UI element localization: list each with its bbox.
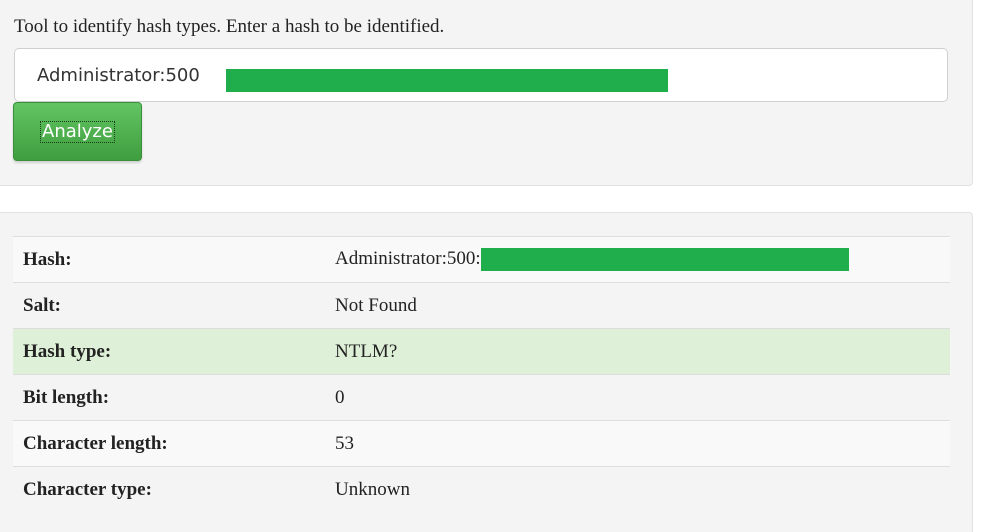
intro-text: Tool to identify hash types. Enter a has… [14,16,445,37]
analyze-button[interactable]: Analyze [13,102,142,161]
hash-value-cell: Administrator:500: [325,236,950,283]
results-table: Hash: Administrator:500: Salt: Not Found… [13,236,950,513]
character-length-value: 53 [325,420,950,467]
hash-value: Administrator:500: [335,247,481,269]
bit-length-label: Bit length: [13,374,325,421]
character-type-label: Character type: [13,466,325,513]
table-row-salt: Salt: Not Found [13,282,950,329]
salt-value: Not Found [325,282,950,329]
redaction-bar [480,248,849,272]
redaction-bar [226,69,668,92]
table-row-bit-length: Bit length: 0 [13,374,950,421]
hash-type-value: NTLM? [325,328,950,375]
salt-label: Salt: [13,282,325,329]
character-type-value: Unknown [325,466,950,513]
table-row-hash-type: Hash type: NTLM? [13,328,950,375]
table-row-hash: Hash: Administrator:500: [13,236,950,283]
character-length-label: Character length: [13,420,325,467]
hash-type-label: Hash type: [13,328,325,375]
table-row-character-length: Character length: 53 [13,420,950,467]
hash-label: Hash: [13,236,325,283]
table-row-character-type: Character type: Unknown [13,466,950,513]
analyze-button-label: Analyze [40,121,115,143]
bit-length-value: 0 [325,374,950,421]
